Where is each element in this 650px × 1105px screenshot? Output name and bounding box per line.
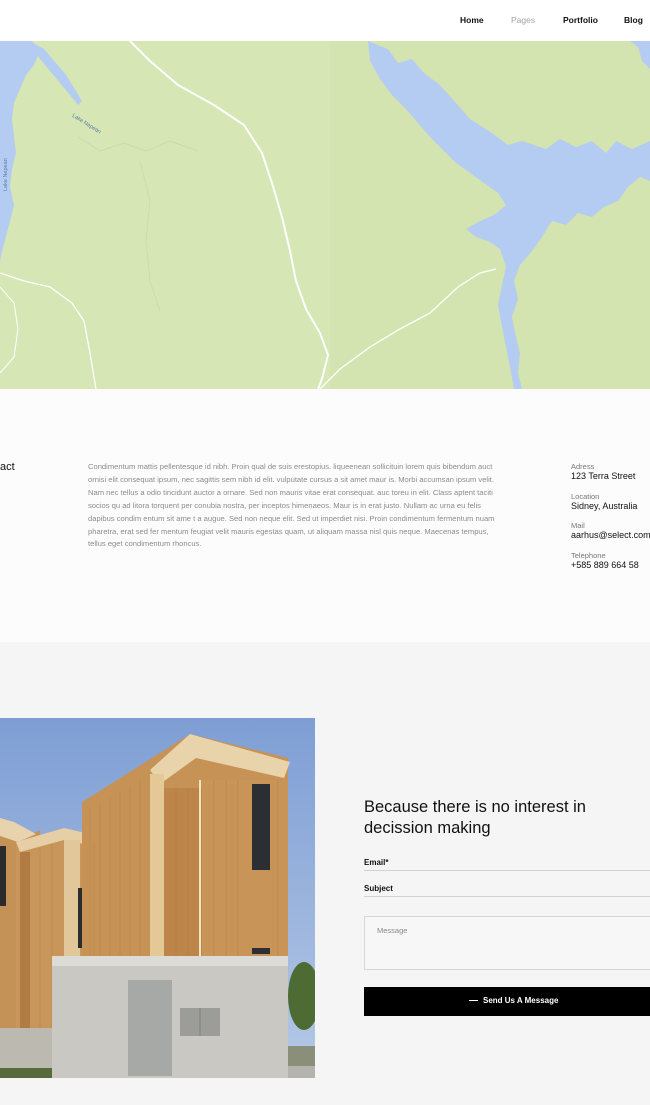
location-map[interactable]: Lake Nepean Lake Nepean [0,41,650,389]
description-line: tellus eget condimentum rhoncus. [88,539,202,549]
telephone-value: +585 889 664 58 [571,560,639,570]
location-label: Location [571,492,600,501]
form-title: Because there is no interest in decissio… [364,798,586,837]
description-line: pharetra, erat sed fer mentum feugiat ve… [88,526,489,536]
description-line: Nam nec tellus a odio tincidunt auctor a… [88,487,493,497]
send-message-button[interactable]: Send Us A Message [364,987,650,1016]
email-field[interactable]: Email* [364,858,388,867]
nav-portfolio-link[interactable]: Portfolio [563,15,598,25]
telephone-label: Telephone [571,551,606,560]
house-image [0,718,315,1078]
contact-heading: act [0,461,15,473]
nav-home-link[interactable]: Home [460,15,484,25]
site-header: Home Pages Portfolio Blog [0,0,650,41]
subject-field[interactable]: Subject [364,884,393,893]
email-underline [364,870,650,871]
address-label: Adress [571,462,595,471]
contact-description: Condimentum mattis pellentesque id nibh.… [88,461,520,551]
address-value: 123 Terra Street [571,471,636,481]
location-value: Sidney, Australia [571,501,638,511]
map-graphic [0,41,650,389]
message-textarea[interactable]: Message [364,916,650,970]
mail-link[interactable]: aarhus@select.com [571,530,650,540]
map-river-label: Lake Nepean [3,158,9,191]
message-placeholder: Message [377,926,408,935]
nav-blog-link[interactable]: Blog [624,15,643,25]
send-button-content: Send Us A Message [469,996,558,1005]
house-illustration [0,718,315,1078]
contact-info-section: act Condimentum mattis pellentesque id n… [0,389,650,642]
description-line: Condimentum mattis pellentesque id nibh.… [88,462,493,471]
nav-pages-link[interactable]: Pages [511,15,535,25]
contact-form-section: Because there is no interest in decissio… [0,642,650,1105]
mail-label: Mail [571,521,585,530]
description-line: dapibus condim entum sit ame t a augue. … [88,513,495,523]
subject-underline [364,896,650,897]
description-line: socios qu ad litora torquent per conubia… [88,500,481,510]
description-line: ornisi elit consequat ipsum, nec sagitti… [88,474,495,484]
send-button-label: Send Us A Message [483,996,559,1005]
dash-icon [469,1000,478,1002]
